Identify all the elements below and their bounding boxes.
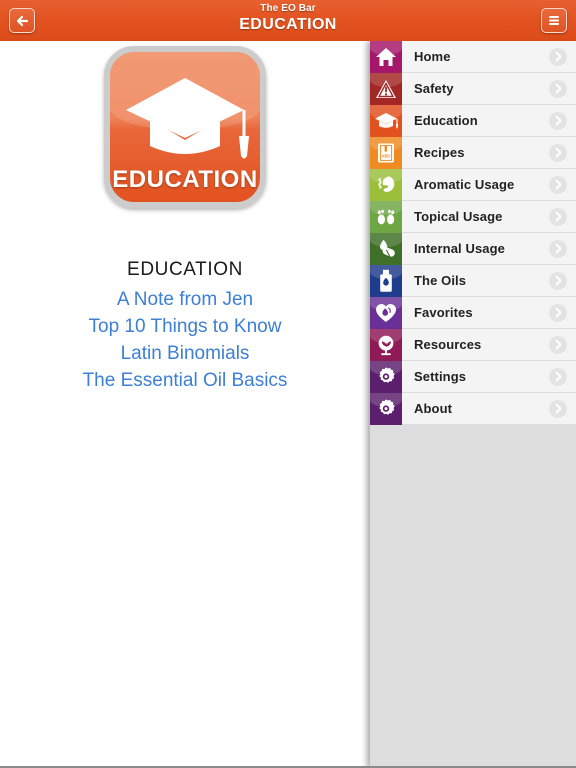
chevron-right-icon (549, 335, 567, 354)
chevron-right-icon (549, 79, 567, 98)
oil-bottle-icon (370, 264, 402, 297)
graduation-cap-icon (370, 104, 402, 137)
sidebar-item-the-oils[interactable]: The Oils (370, 264, 576, 297)
recipe-book-icon: ABC (370, 136, 402, 169)
menu-button[interactable] (541, 8, 567, 33)
app-name: The EO Bar (260, 3, 316, 14)
education-logo-wrap: EDUCATION (0, 46, 370, 208)
chevron-right-icon (549, 207, 567, 226)
sidebar-item-label: Topical Usage (414, 209, 503, 224)
globe-leaf-icon (370, 328, 402, 361)
list-item[interactable]: Top 10 Things to Know (0, 313, 370, 340)
sidebar-item-recipes[interactable]: ABC Recipes (370, 136, 576, 169)
gear-icon (370, 392, 402, 425)
feet-icon (370, 200, 402, 233)
sidebar-item-label: Internal Usage (414, 241, 505, 256)
education-link-list: A Note from Jen Top 10 Things to Know La… (0, 286, 370, 394)
sidebar-item-label: Favorites (414, 305, 473, 320)
chevron-right-icon (549, 239, 567, 258)
chevron-right-icon (549, 271, 567, 290)
chevron-right-icon (549, 175, 567, 194)
sidebar-item-settings[interactable]: Settings (370, 360, 576, 393)
education-logo-tile[interactable]: EDUCATION (104, 46, 266, 208)
sidebar-item-topical-usage[interactable]: Topical Usage (370, 200, 576, 233)
sidebar-item-education[interactable]: Education (370, 104, 576, 137)
diffuser-nose-icon (370, 168, 402, 201)
chevron-right-icon (549, 367, 567, 386)
chevron-right-icon (549, 399, 567, 418)
app-header: The EO Bar EDUCATION (0, 0, 576, 41)
house-icon (370, 40, 402, 73)
warning-triangle-icon (370, 72, 402, 105)
sidebar-menu-list: Home Safety Education ABC Recipes Aromatic Us… (370, 40, 576, 425)
chevron-right-icon (549, 143, 567, 162)
sidebar-item-label: About (414, 401, 453, 416)
sidebar-item-aromatic-usage[interactable]: Aromatic Usage (370, 168, 576, 201)
sidebar-item-favorites[interactable]: Favorites (370, 296, 576, 329)
section-title: EDUCATION (127, 259, 243, 280)
hamburger-menu-icon (547, 14, 561, 27)
list-item[interactable]: The Essential Oil Basics (0, 367, 370, 394)
navigation-sidebar: Home Safety Education ABC Recipes Aromatic Us… (370, 40, 576, 768)
sidebar-item-label: Resources (414, 337, 482, 352)
list-item[interactable]: A Note from Jen (0, 286, 370, 313)
svg-text:ABC: ABC (381, 153, 390, 158)
header-title-block: The EO Bar EDUCATION (0, 2, 576, 35)
chevron-right-icon (549, 111, 567, 130)
sidebar-item-label: Recipes (414, 145, 465, 160)
sidebar-item-label: Settings (414, 369, 467, 384)
chevron-right-icon (549, 47, 567, 66)
drop-capsule-icon (370, 232, 402, 265)
sidebar-item-resources[interactable]: Resources (370, 328, 576, 361)
logo-word: EDUCATION (112, 166, 258, 193)
sidebar-item-internal-usage[interactable]: Internal Usage (370, 232, 576, 265)
sidebar-item-label: Education (414, 113, 478, 128)
heart-icon (370, 296, 402, 329)
sidebar-item-label: Safety (414, 81, 454, 96)
graduation-cap-icon (120, 74, 250, 171)
sidebar-item-label: The Oils (414, 273, 467, 288)
sidebar-item-about[interactable]: About (370, 392, 576, 425)
sidebar-item-label: Aromatic Usage (414, 177, 515, 192)
sidebar-item-label: Home (414, 49, 451, 64)
chevron-right-icon (549, 303, 567, 322)
app-root: The EO Bar EDUCATION EDUCATION EDUCATION… (0, 0, 576, 768)
main-content: EDUCATION EDUCATION A Note from Jen Top … (0, 41, 370, 768)
list-item[interactable]: Latin Binomials (0, 340, 370, 367)
sidebar-item-safety[interactable]: Safety (370, 72, 576, 105)
sidebar-item-home[interactable]: Home (370, 40, 576, 73)
page-title: EDUCATION (239, 16, 337, 33)
gear-icon (370, 360, 402, 393)
